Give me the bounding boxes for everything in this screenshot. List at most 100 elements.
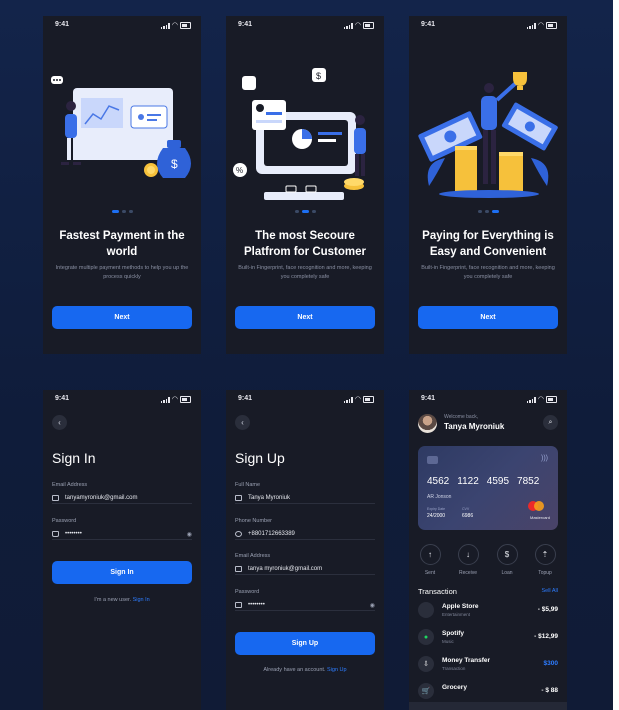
email-field[interactable]: tanya myroniuk@gmail.com	[235, 564, 375, 575]
password-field[interactable]: •••••••• ◉	[235, 600, 375, 611]
avatar[interactable]	[418, 414, 437, 433]
transaction-row[interactable]: Apple Store Entertainment - $5,99	[418, 598, 558, 624]
phone-field[interactable]: +8801712663389	[235, 529, 375, 540]
showcase-canvas: 9:41 ◠ $ Fastest Payment in the world In…	[0, 0, 613, 710]
transaction-amount: $300	[543, 660, 558, 667]
svg-text:%: %	[236, 166, 243, 175]
sign-in-screen: 9:41 ◠ ‹ Sign In Email Address tanyamyro…	[43, 390, 201, 710]
transaction-row[interactable]: ● Spotify Music - $12,99	[418, 625, 558, 651]
bank-card[interactable]: ))) 4562 1122 4595 7852 AR Jonson Expiry…	[418, 446, 558, 530]
password-value: ••••••••	[248, 602, 265, 608]
signal-icon	[526, 397, 536, 403]
card-chip-icon	[427, 456, 438, 464]
phone-value: +8801712663389	[248, 531, 295, 537]
email-label: Email Address	[52, 482, 88, 488]
user-icon	[235, 495, 242, 501]
battery-icon	[180, 396, 191, 403]
onboarding-title: Fastest Payment in the world	[59, 230, 185, 258]
page-indicator	[409, 210, 567, 213]
onboarding-subtitle: Built-in Fingerprint, face recognition a…	[238, 265, 372, 280]
next-button[interactable]: Next	[418, 306, 558, 329]
transaction-category: Entertainment	[442, 612, 471, 617]
onboarding-title: The most Secoure Platfrom for Customer	[243, 230, 367, 258]
signal-icon	[526, 23, 536, 29]
eye-icon[interactable]: ◉	[187, 531, 192, 538]
card-number-group: 4562	[427, 476, 450, 487]
email-label: Email Address	[235, 553, 271, 559]
next-button[interactable]: Next	[235, 306, 375, 329]
onboarding-screen-3: 9:41 ◠ Paying for Everything is Easy and…	[409, 16, 567, 354]
svg-text:$: $	[171, 157, 178, 171]
bottom-nav[interactable]	[409, 702, 567, 710]
upload-icon: ⇡	[534, 544, 556, 565]
email-value: tanya myroniuk@gmail.com	[248, 566, 323, 572]
search-icon: ⌕	[548, 418, 553, 426]
welcome-text: Welcome back,	[444, 414, 479, 420]
chevron-left-icon: ‹	[241, 418, 244, 427]
status-bar: 9:41 ◠	[226, 390, 384, 408]
lock-icon	[235, 602, 242, 608]
transaction-category: Transaction	[442, 666, 466, 671]
battery-icon	[180, 22, 191, 29]
see-all-link[interactable]: Sell All	[541, 588, 558, 594]
mastercard-logo-icon	[526, 501, 546, 512]
onboarding-subtitle: Integrate multiple payment methods to he…	[55, 265, 189, 280]
next-button[interactable]: Next	[52, 306, 192, 329]
cvv-value: 6986	[462, 513, 474, 519]
page-title: Sign Up	[235, 450, 285, 466]
back-button[interactable]: ‹	[52, 415, 67, 430]
status-time: 9:41	[238, 395, 253, 402]
back-button[interactable]: ‹	[235, 415, 250, 430]
email-field[interactable]: tanyamyroniuk@gmail.com	[52, 493, 192, 504]
mail-icon	[52, 495, 59, 501]
transaction-name: Grocery	[442, 684, 467, 691]
transaction-amount: - $ 88	[541, 687, 558, 694]
action-topup[interactable]: ⇡ Topup	[534, 544, 556, 576]
spotify-icon: ●	[418, 629, 434, 645]
card-number-group: 1122	[457, 476, 479, 487]
card-holder: AR Jonson	[427, 494, 452, 500]
chevron-left-icon: ‹	[58, 418, 61, 427]
signal-icon	[343, 23, 353, 29]
apple-icon	[418, 602, 434, 618]
eye-icon[interactable]: ◉	[370, 602, 375, 609]
sign-in-button[interactable]: Sign In	[52, 561, 192, 584]
svg-text:$: $	[316, 71, 321, 81]
mail-icon	[235, 566, 242, 572]
transaction-name: Money Transfer	[442, 657, 491, 664]
card-number-group: 7852	[517, 476, 540, 487]
action-loan[interactable]: $ Loan	[496, 544, 518, 576]
status-bar: 9:41 ◠	[409, 16, 567, 34]
onboarding-title: Paying for Everything is Easy and Conven…	[422, 230, 554, 258]
action-receive[interactable]: ↓ Receive	[457, 544, 479, 576]
sign-up-button[interactable]: Sign Up	[235, 632, 375, 655]
card-brand: Mastercard	[529, 515, 550, 520]
home-screen: 9:41 ◠ Welcome back, Tanya Myroniuk ⌕ ))…	[409, 390, 567, 710]
signup-link[interactable]: Sign In	[133, 597, 150, 603]
phone-icon	[235, 531, 242, 537]
status-time: 9:41	[421, 21, 436, 28]
name-value: Tanya Myroniuk	[248, 495, 291, 501]
download-icon: ⇩	[418, 656, 434, 672]
action-label: Receive	[458, 570, 478, 576]
transaction-row[interactable]: ⇩ Money Transfer Transaction $300	[418, 652, 558, 678]
search-button[interactable]: ⌕	[543, 415, 558, 430]
status-bar: 9:41 ◠	[226, 16, 384, 34]
signin-link[interactable]: Sign Up	[327, 667, 347, 673]
battery-icon	[546, 22, 557, 29]
onboarding-screen-2: 9:41 ◠ $ % The most Secoure Platfrom for…	[226, 16, 384, 354]
action-sent[interactable]: ↑ Sent	[419, 544, 441, 576]
battery-icon	[363, 396, 374, 403]
status-time: 9:41	[421, 395, 436, 402]
transaction-amount: - $12,99	[534, 633, 558, 640]
name-field[interactable]: Tanya Myroniuk	[235, 493, 375, 504]
password-field[interactable]: •••••••• ◉	[52, 529, 192, 540]
email-value: tanyamyroniuk@gmail.com	[65, 495, 138, 501]
transaction-name: Apple Store	[442, 603, 479, 610]
page-title: Sign In	[52, 450, 96, 466]
card-number-group: 4595	[486, 476, 510, 487]
wifi-icon: ◠	[354, 22, 361, 29]
action-label: Topup	[538, 570, 552, 576]
signin-prompt: Already have an account. Sign Up	[226, 667, 384, 673]
signup-prompt-text: I'm a new user.	[94, 597, 132, 603]
